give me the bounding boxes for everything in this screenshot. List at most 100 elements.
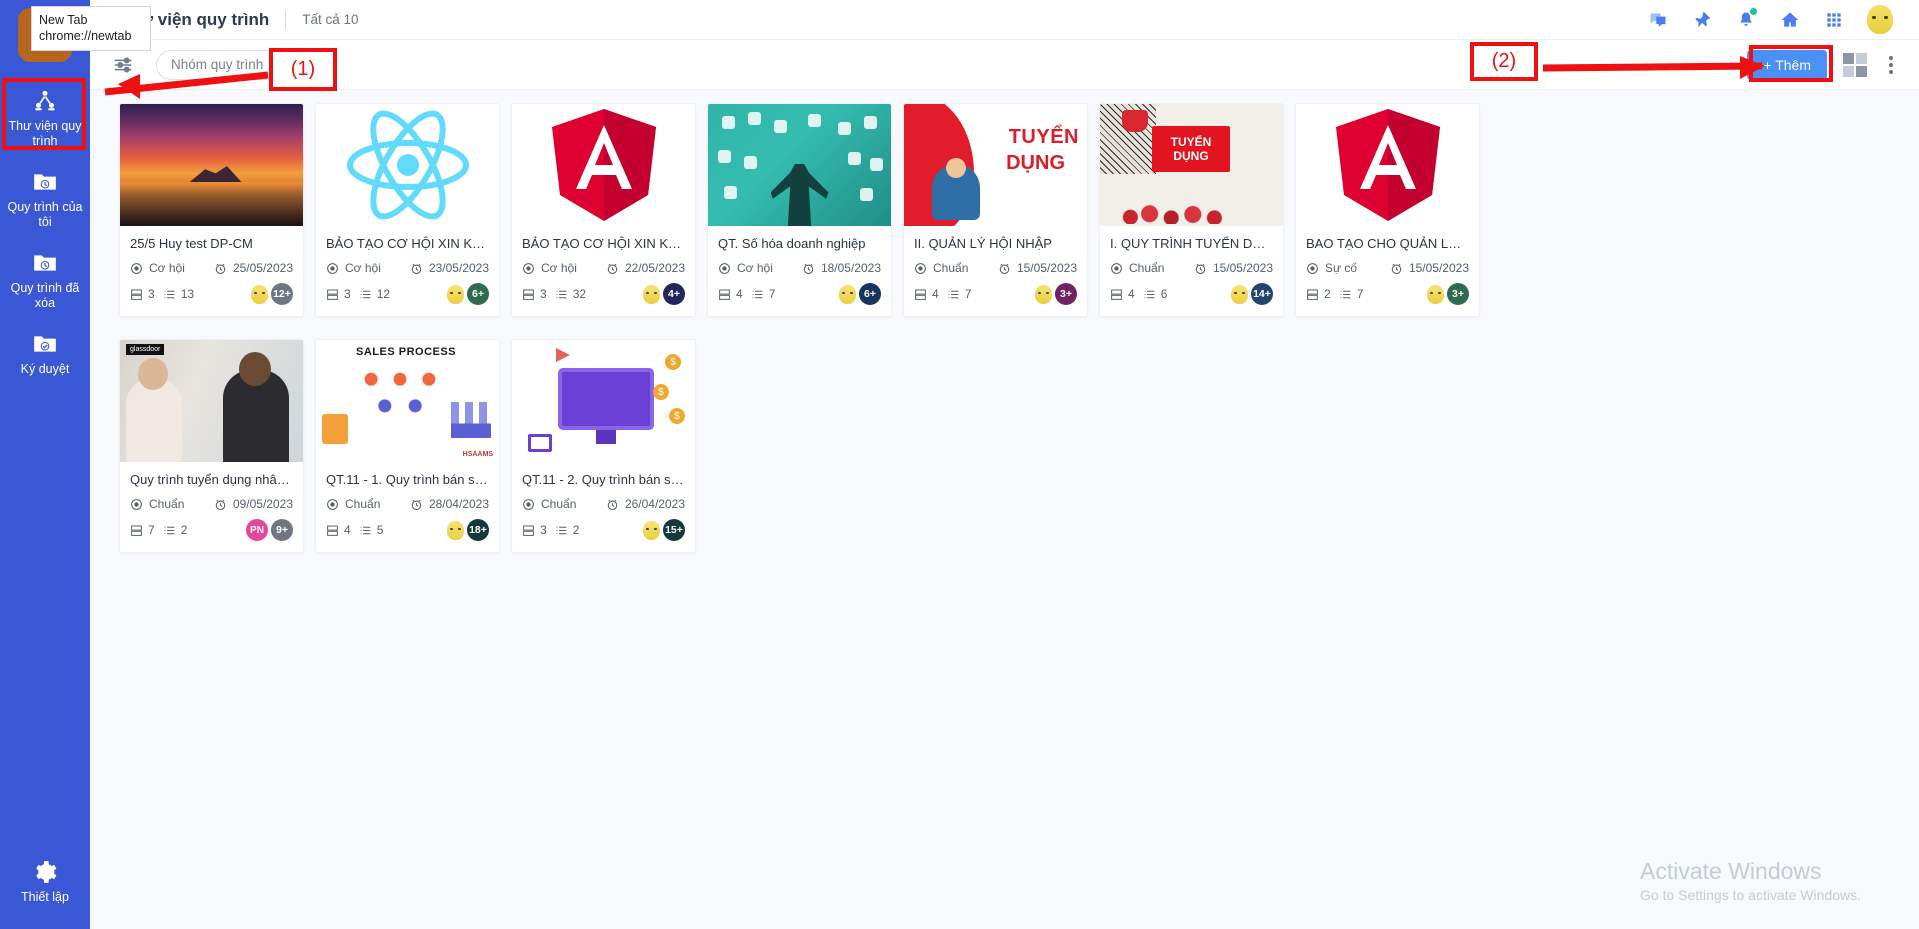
card-date-label: 15/05/2023 xyxy=(1408,261,1469,275)
card-date-label: 25/05/2023 xyxy=(232,261,293,275)
add-button[interactable]: + Thêm xyxy=(1747,49,1827,80)
steps-icon xyxy=(947,288,960,301)
clock-icon xyxy=(214,498,227,511)
target-icon xyxy=(718,262,731,275)
apps-grid-icon[interactable] xyxy=(1823,9,1845,31)
card-date: 15/05/2023 xyxy=(998,261,1077,275)
sidebar-item-label: Thiết lập xyxy=(21,890,69,904)
process-card[interactable]: TUYỂN DỤNG II. QUẢN LÝ HỘI NHẬP Chuẩn 15/ xyxy=(903,103,1088,317)
process-card[interactable]: $ $ $ QT.11 - 2. Quy trình bán sản... Ch… xyxy=(511,339,696,553)
card-meta-type-date: Chuẩn 09/05/2023 xyxy=(130,497,293,511)
card-type-label: Chuẩn xyxy=(1129,261,1165,275)
user-avatar[interactable] xyxy=(1867,5,1893,34)
card-thumbnail: $ $ $ xyxy=(512,340,695,462)
sidebar-item-quy-trinh-da-xoa[interactable]: Quy trình đã xóa xyxy=(0,240,90,321)
steps-icon xyxy=(1143,288,1156,301)
clock-icon xyxy=(606,498,619,511)
stages-icon xyxy=(130,524,143,537)
angular-logo-icon xyxy=(551,109,656,221)
card-title: I. QUY TRÌNH TUYỂN DỤNG... xyxy=(1110,236,1273,251)
card-date: 15/05/2023 xyxy=(1390,261,1469,275)
angular-logo-icon xyxy=(1335,109,1440,221)
group-select-label: Nhóm quy trình xyxy=(171,57,264,72)
card-members[interactable]: 12+ xyxy=(251,283,293,305)
process-card[interactable]: QT. Số hóa doanh nghiệp Cơ hội 18/05/202… xyxy=(707,103,892,317)
card-type-label: Chuẩn xyxy=(933,261,969,275)
sidebar-item-quy-trinh-cua-toi[interactable]: Quy trình của tôi xyxy=(0,159,90,240)
process-card[interactable]: BAO TẠO CHO QUẢN LÝ SỰ CỐ... Sự cố 15/05… xyxy=(1295,103,1480,317)
card-thumbnail: TUYỂN DỤNG xyxy=(904,104,1087,226)
sidebar-item-thiet-lap[interactable]: Thiết lập xyxy=(0,849,90,915)
process-card[interactable]: BẢO TẠO CƠ HỘI XIN KHÔNG... Cơ hội 23/05… xyxy=(315,103,500,317)
card-date: 23/05/2023 xyxy=(410,261,489,275)
stages-icon xyxy=(718,288,731,301)
home-icon[interactable] xyxy=(1779,9,1801,31)
card-stages-count: 3 xyxy=(540,287,547,301)
card-meta-type-date: Cơ hội 22/05/2023 xyxy=(522,261,685,275)
kebab-menu-icon[interactable] xyxy=(1883,54,1899,76)
left-sidebar: Thư viện quy trình Quy trình của tôi Quy… xyxy=(0,0,90,929)
card-members[interactable]: 4+ xyxy=(643,283,685,305)
card-members[interactable]: 14+ xyxy=(1231,283,1273,305)
card-type: Cơ hội xyxy=(522,261,606,275)
process-card[interactable]: 25/5 Huy test DP-CM Cơ hội 25/05/2023 3 … xyxy=(119,103,304,317)
card-date: 18/05/2023 xyxy=(802,261,881,275)
sidebar-item-thu-vien-quy-trinh[interactable]: Thư viện quy trình xyxy=(0,78,90,159)
process-card[interactable]: glassdoor Quy trình tuyển dụng nhân sự C… xyxy=(119,339,304,553)
clock-icon xyxy=(1194,262,1207,275)
process-card-grid: 25/5 Huy test DP-CM Cơ hội 25/05/2023 3 … xyxy=(90,103,1919,553)
card-members[interactable]: 3+ xyxy=(1427,283,1469,305)
card-type-label: Chuẩn xyxy=(345,497,381,511)
card-members[interactable]: 15+ xyxy=(643,519,685,541)
card-date-label: 28/04/2023 xyxy=(428,497,489,511)
card-steps-count: 32 xyxy=(572,287,587,301)
card-title: BẢO TẠO CƠ HỘI XIN KHÔNG... xyxy=(522,236,685,251)
filter-settings-icon[interactable] xyxy=(112,54,134,76)
chevron-down-icon xyxy=(271,61,282,68)
group-select[interactable]: Nhóm quy trình xyxy=(156,49,297,80)
card-members[interactable]: 6+ xyxy=(839,283,881,305)
target-icon xyxy=(1306,262,1319,275)
process-card[interactable]: SALES PROCESS HSAAMS QT.11 - 1. Quy trìn… xyxy=(315,339,500,553)
folder-clock-icon xyxy=(32,169,58,195)
steps-icon xyxy=(555,288,568,301)
card-thumbnail xyxy=(708,104,891,226)
sidebar-item-ky-duyet[interactable]: Ký duyệt xyxy=(0,321,90,387)
card-body: BAO TẠO CHO QUẢN LÝ SỰ CỐ... Sự cố 15/05… xyxy=(1296,226,1479,316)
card-title: II. QUẢN LÝ HỘI NHẬP xyxy=(914,236,1052,251)
stages-icon xyxy=(130,288,143,301)
card-title: QT.11 - 1. Quy trình bán sản... xyxy=(326,472,489,487)
chat-icon[interactable] xyxy=(1647,9,1669,31)
app-root: Thư viện quy trình Quy trình của tôi Quy… xyxy=(0,0,1919,929)
card-date-label: 22/05/2023 xyxy=(624,261,685,275)
process-card[interactable]: TUYỂNDỤNG I. QUY TRÌNH TUYỂN DỤNG... Chu… xyxy=(1099,103,1284,317)
card-title: QT. Số hóa doanh nghiệp xyxy=(718,236,866,251)
card-title: QT.11 - 2. Quy trình bán sản... xyxy=(522,472,685,487)
card-meta-counts: 3 12 6+ xyxy=(326,283,489,305)
process-card[interactable]: BẢO TẠO CƠ HỘI XIN KHÔNG... Cơ hội 22/05… xyxy=(511,103,696,317)
card-members[interactable]: 6+ xyxy=(447,283,489,305)
card-steps-count: 5 xyxy=(376,523,384,537)
card-meta-counts: 3 13 12+ xyxy=(130,283,293,305)
process-library-icon xyxy=(32,88,58,114)
toolbar-right-actions: + Thêm xyxy=(1747,49,1919,80)
card-members[interactable]: PN 9+ xyxy=(246,519,293,541)
steps-icon xyxy=(359,524,372,537)
card-date-label: 23/05/2023 xyxy=(428,261,489,275)
card-thumbnail: SALES PROCESS HSAAMS xyxy=(316,340,499,462)
target-icon xyxy=(1110,262,1123,275)
card-title: BAO TẠO CHO QUẢN LÝ SỰ CỐ... xyxy=(1306,236,1469,251)
card-body: 25/5 Huy test DP-CM Cơ hội 25/05/2023 3 … xyxy=(120,226,303,316)
pin-icon[interactable] xyxy=(1691,9,1713,31)
member-count-badge: 14+ xyxy=(1251,283,1273,305)
stages-icon xyxy=(914,288,927,301)
card-type: Chuẩn xyxy=(326,497,410,511)
target-icon xyxy=(326,262,339,275)
grid-view-icon[interactable] xyxy=(1843,52,1867,77)
card-members[interactable]: 3+ xyxy=(1035,283,1077,305)
bell-icon[interactable] xyxy=(1735,7,1757,31)
card-type-label: Sự cố xyxy=(1325,261,1358,275)
card-members[interactable]: 18+ xyxy=(447,519,489,541)
card-type: Cơ hội xyxy=(326,261,410,275)
card-meta-counts: 3 2 15+ xyxy=(522,519,685,541)
